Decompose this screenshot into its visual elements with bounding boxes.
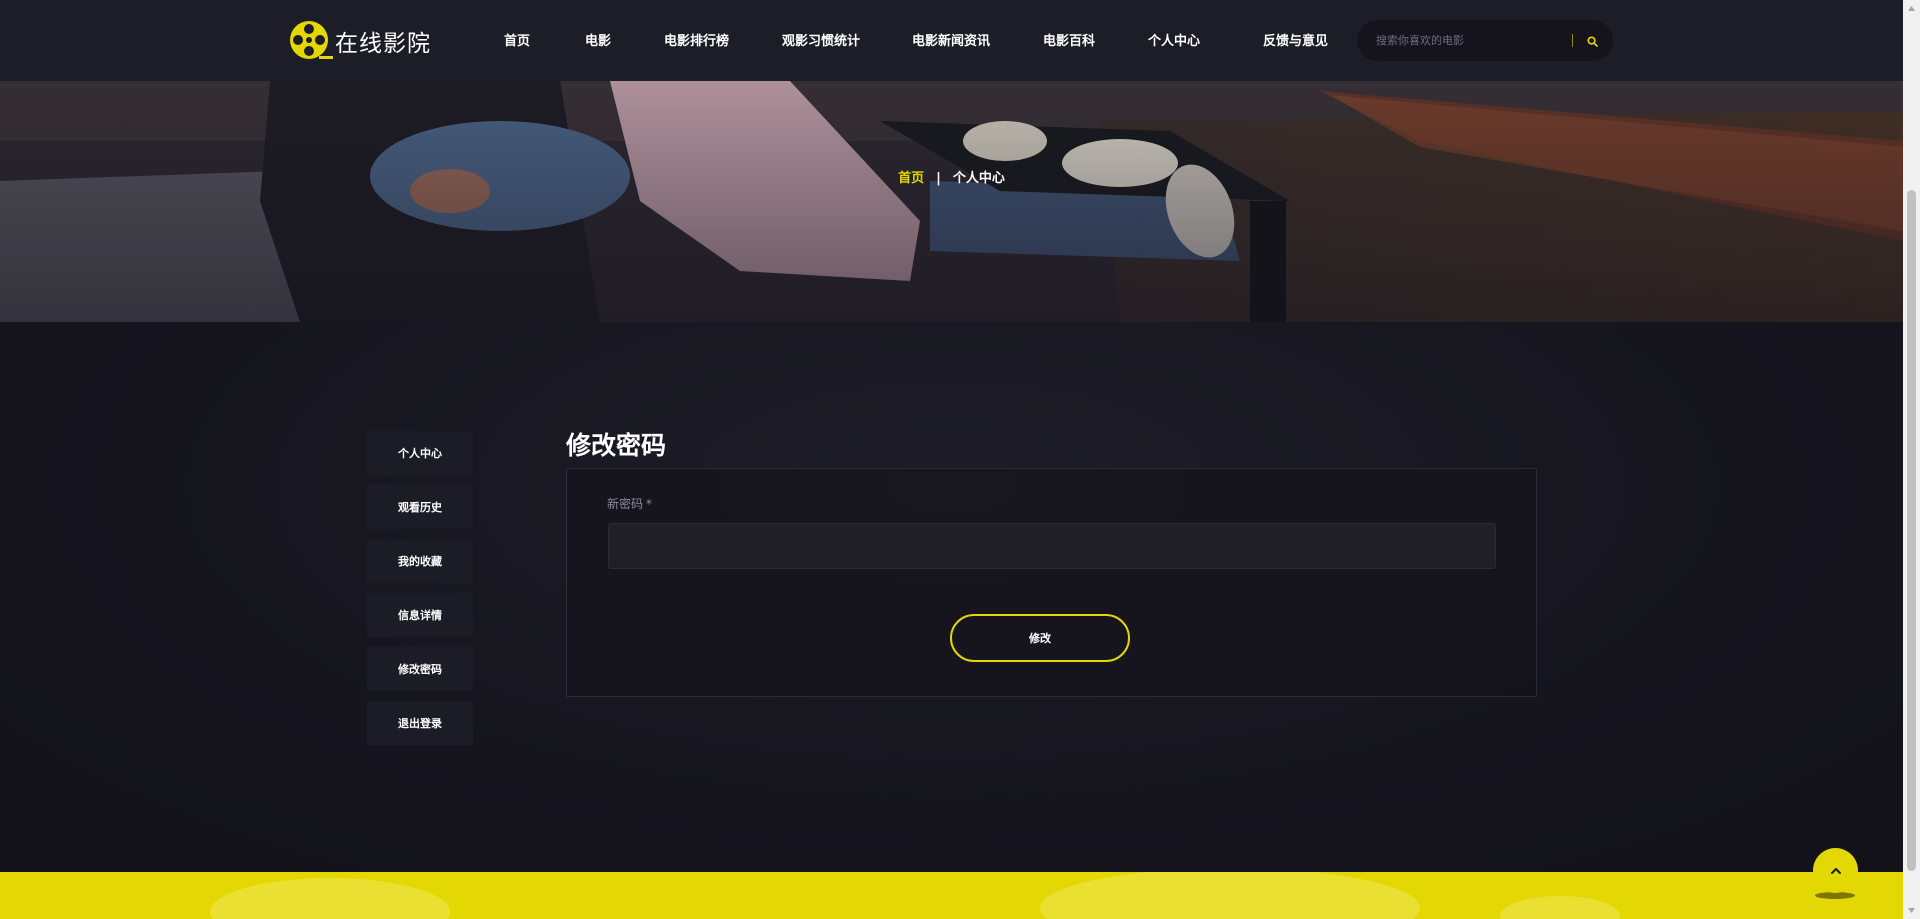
search-button[interactable] xyxy=(1582,31,1602,51)
hero-banner: 首页 | 个人中心 xyxy=(0,81,1903,322)
breadcrumb-home-link[interactable]: 首页 xyxy=(898,171,924,186)
nav-item-movies[interactable]: 电影 xyxy=(585,30,611,49)
site-header: 在线影院 首页 电影 电影排行榜 观影习惯统计 电影新闻资讯 电影百科 个人中心… xyxy=(0,0,1903,81)
page-scrollbar[interactable] xyxy=(1903,0,1920,919)
chevron-up-icon xyxy=(1830,867,1841,874)
scrollbar-thumb[interactable] xyxy=(1907,190,1916,871)
search-box xyxy=(1357,20,1613,61)
sidebar-item-user-center[interactable]: 个人中心 xyxy=(367,431,473,475)
breadcrumb-separator: | xyxy=(936,171,941,186)
back-to-top-shadow xyxy=(1815,892,1855,899)
submit-button[interactable]: 修改 xyxy=(950,614,1130,662)
back-to-top-button[interactable] xyxy=(1813,848,1858,893)
page: 在线影院 首页 电影 电影排行榜 观影习惯统计 电影新闻资讯 电影百科 个人中心… xyxy=(0,0,1920,919)
new-password-label-text: 新密码 xyxy=(607,497,644,511)
sidebar-item-change-password[interactable]: 修改密码 xyxy=(367,647,473,691)
nav-item-ranking[interactable]: 电影排行榜 xyxy=(664,30,729,49)
scroll-down-arrow-icon[interactable] xyxy=(1907,906,1916,915)
page-title: 修改密码 xyxy=(566,431,667,460)
scroll-up-arrow-icon[interactable] xyxy=(1907,4,1916,13)
nav-item-home[interactable]: 首页 xyxy=(504,30,530,49)
nav-item-wiki[interactable]: 电影百科 xyxy=(1043,30,1095,49)
search-icon xyxy=(1586,35,1598,47)
change-password-form: 新密码 * 修改 xyxy=(566,468,1537,697)
main-content: 个人中心 观看历史 我的收藏 信息详情 修改密码 退出登录 修改密码 新密码 * … xyxy=(0,322,1903,872)
new-password-label: 新密码 * xyxy=(607,495,652,512)
main-nav: 首页 电影 电影排行榜 观影习惯统计 电影新闻资讯 电影百科 个人中心 反馈与意… xyxy=(0,0,1903,81)
hero-background-image xyxy=(0,81,1903,322)
required-mark: * xyxy=(646,497,653,511)
breadcrumb-current: 个人中心 xyxy=(952,171,1005,186)
footer-world-map-pattern xyxy=(210,872,1620,919)
nav-item-habit-stats[interactable]: 观影习惯统计 xyxy=(782,30,860,49)
footer xyxy=(0,872,1903,919)
sidebar-item-logout[interactable]: 退出登录 xyxy=(367,701,473,745)
breadcrumb: 首页 | 个人中心 xyxy=(0,167,1903,186)
sidebar-item-watch-history[interactable]: 观看历史 xyxy=(367,485,473,529)
search-divider xyxy=(1572,34,1573,47)
nav-item-user-center[interactable]: 个人中心 xyxy=(1148,30,1200,49)
new-password-field[interactable] xyxy=(608,523,1496,569)
nav-item-feedback[interactable]: 反馈与意见 xyxy=(1263,30,1328,49)
sidebar-item-profile-details[interactable]: 信息详情 xyxy=(367,593,473,637)
search-input[interactable] xyxy=(1374,33,1574,48)
sidebar-item-favorites[interactable]: 我的收藏 xyxy=(367,539,473,583)
nav-item-news[interactable]: 电影新闻资讯 xyxy=(912,30,990,49)
